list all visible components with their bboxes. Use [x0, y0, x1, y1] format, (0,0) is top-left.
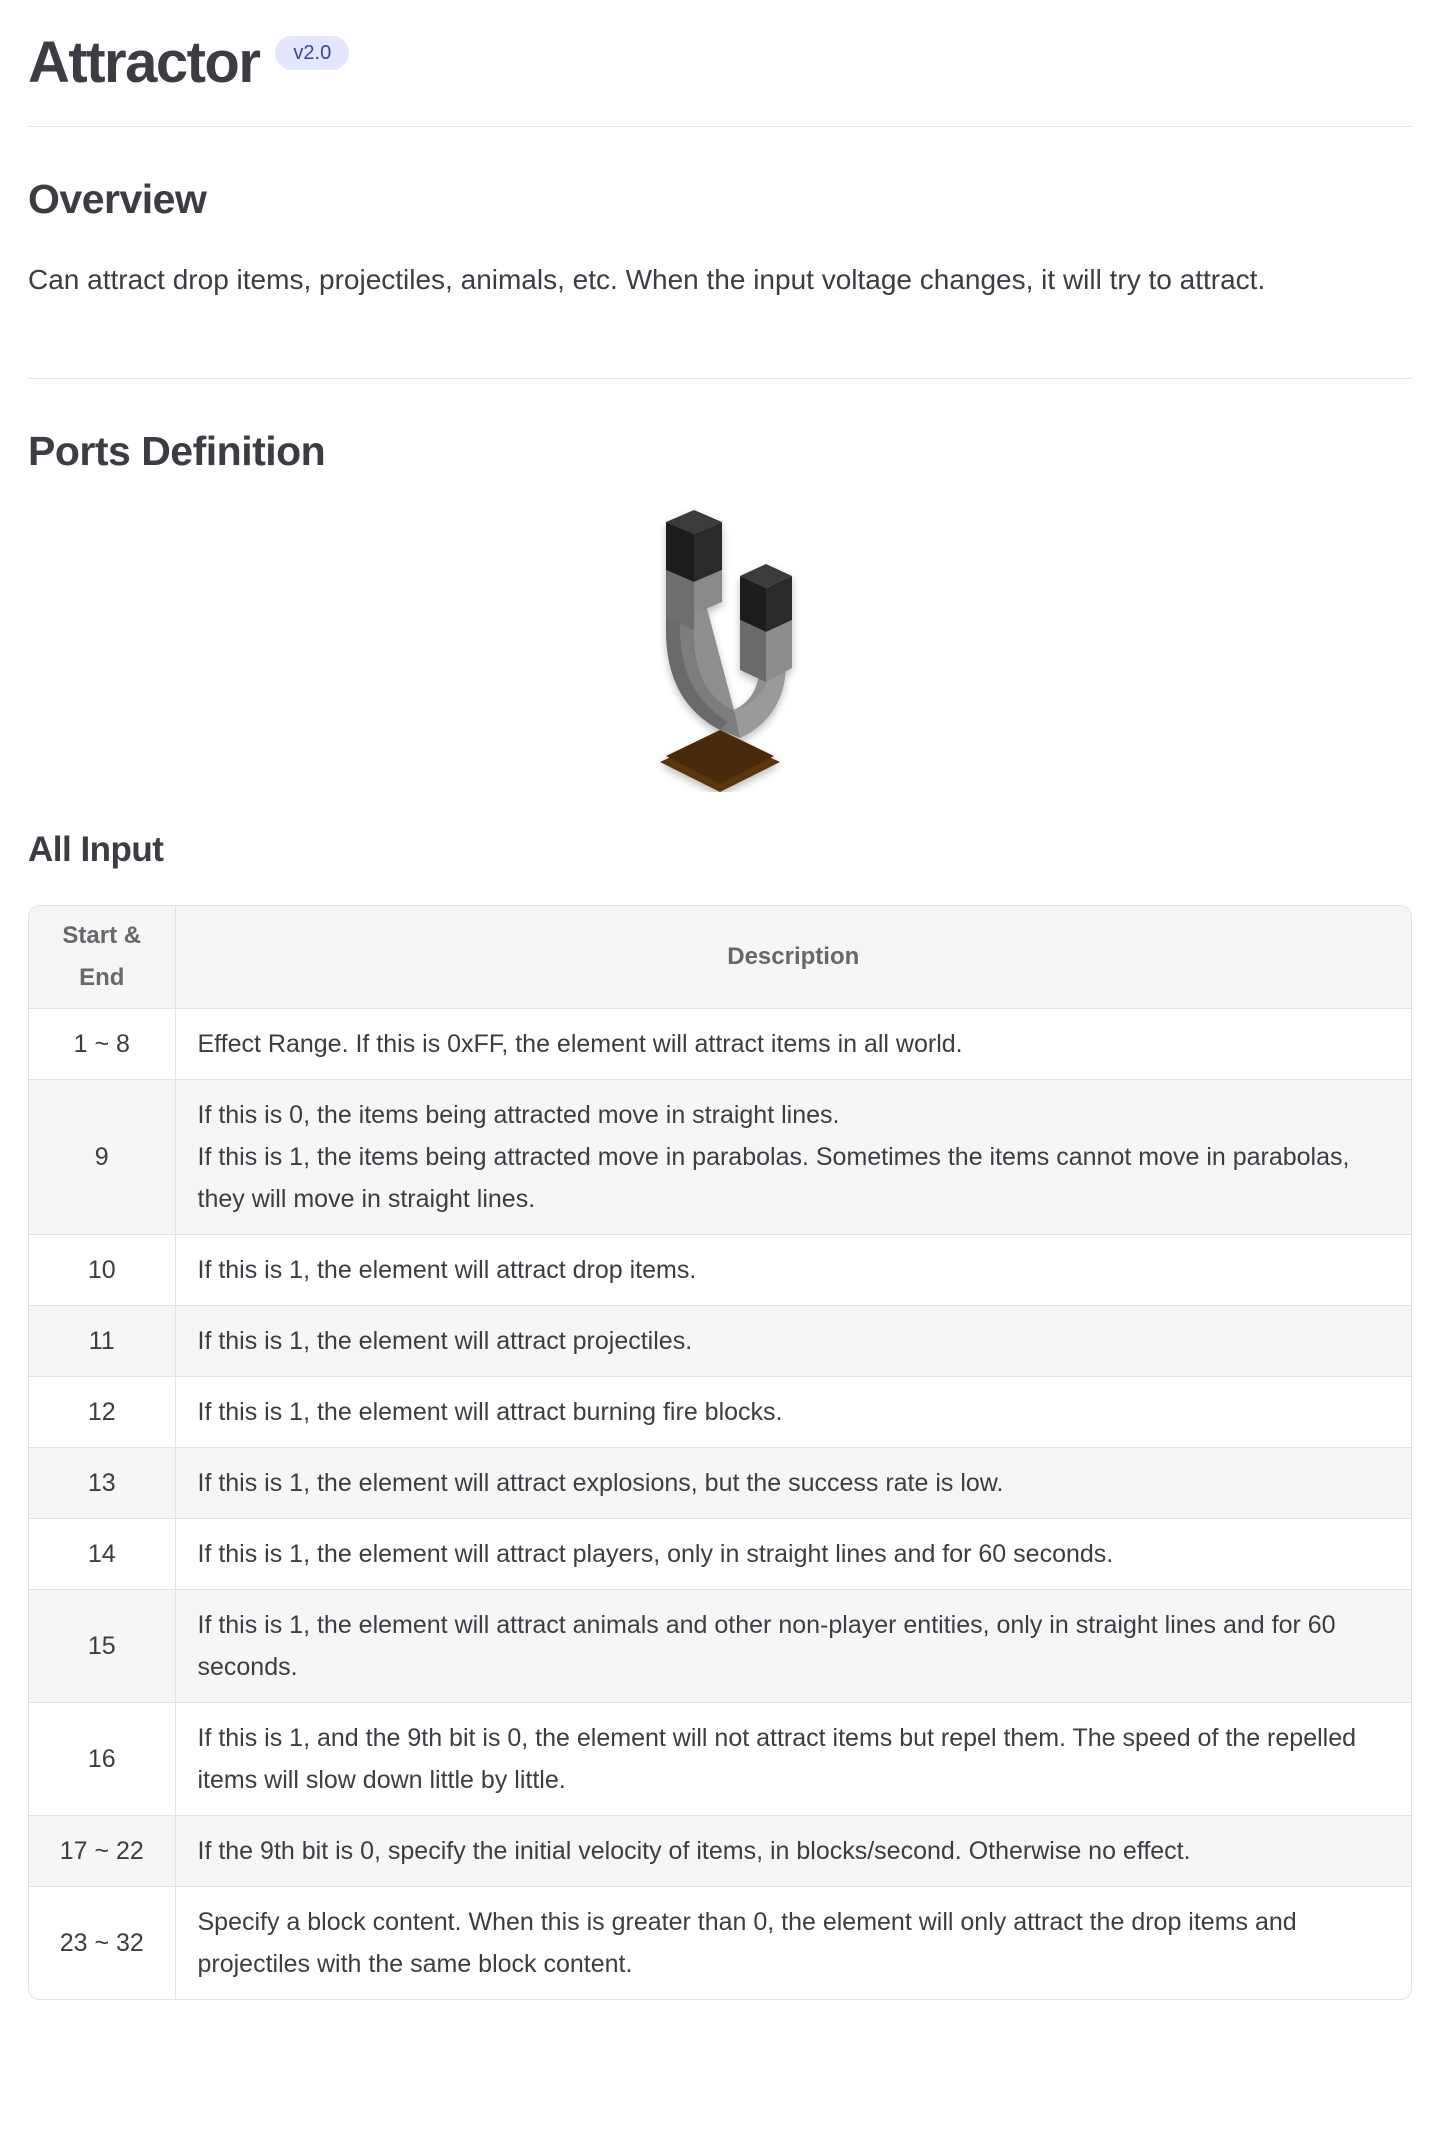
magnet-block-icon: [660, 510, 792, 793]
ports-section: Ports Definition All Input Start & End D…: [28, 379, 1412, 2001]
description-cell: If this is 1, the element will attract d…: [174, 1234, 1411, 1307]
description-cell: If this is 1, the element will attract e…: [174, 1447, 1411, 1520]
title-row: Attractor v2.0: [28, 0, 1412, 126]
table-row: 12 If this is 1, the element will attract…: [29, 1376, 1411, 1449]
input-table-container: Start & End Description 1 ~ 8 Effect Rang…: [28, 905, 1412, 2001]
attractor-figure: [28, 502, 1412, 793]
table-header-row: Start & End Description: [29, 906, 1411, 1010]
description-line: If this is 1, the element will attract p…: [197, 1327, 693, 1356]
description-line: If this is 1, the items being attracted …: [197, 1143, 1350, 1214]
description-line: If this is 1, the element will attract d…: [197, 1256, 697, 1285]
table-row: 13 If this is 1, the element will attract…: [29, 1447, 1411, 1520]
bit-range-cell: 15: [29, 1589, 176, 1704]
version-badge: v2.0: [275, 36, 350, 70]
description-line: If this is 0, the items being attracted …: [197, 1101, 840, 1130]
column-header-start-end: Start & End: [29, 906, 176, 1010]
bit-range-cell: 12: [29, 1376, 176, 1449]
bit-range-cell: 11: [29, 1305, 176, 1378]
description-cell: If this is 1, the element will attract p…: [174, 1518, 1411, 1591]
bit-range-cell: 14: [29, 1518, 176, 1591]
table-row: 17 ~ 22 If the 9th bit is 0, specify the …: [29, 1815, 1411, 1888]
description-line: If this is 1, the element will attract b…: [197, 1398, 783, 1427]
description-line: If this is 1, the element will attract p…: [197, 1540, 1114, 1569]
ports-heading: Ports Definition: [28, 428, 326, 475]
table-row: 1 ~ 8 Effect Range. If this is 0xFF, the …: [29, 1008, 1411, 1081]
description-cell: If this is 1, the element will attract a…: [174, 1589, 1411, 1704]
description-cell: If this is 1, and the 9th bit is 0, the …: [174, 1702, 1411, 1817]
description-line: If this is 1, the element will attract a…: [197, 1611, 1336, 1682]
description-line: If the 9th bit is 0, specify the initial…: [197, 1837, 1191, 1866]
table-row: 10 If this is 1, the element will attract…: [29, 1234, 1411, 1307]
table-row: 15 If this is 1, the element will attract…: [29, 1589, 1411, 1704]
all-input-heading: All Input: [28, 830, 164, 870]
bit-range-cell: 17 ~ 22: [29, 1815, 176, 1888]
description-cell: If this is 1, the element will attract p…: [174, 1305, 1411, 1378]
description-cell: If this is 0, the items being attracted …: [174, 1079, 1411, 1236]
column-header-description: Description: [174, 906, 1411, 1010]
description-cell: Effect Range. If this is 0xFF, the eleme…: [174, 1008, 1411, 1081]
description-line: Specify a block content. When this is gr…: [197, 1908, 1297, 1979]
overview-text: Can attract drop items, projectiles, ani…: [28, 264, 1266, 295]
bit-range-cell: 16: [29, 1702, 176, 1817]
bit-range-cell: 23 ~ 32: [29, 1886, 176, 2000]
bit-range-cell: 13: [29, 1447, 176, 1520]
overview-heading: Overview: [28, 176, 207, 222]
table-row: 11 If this is 1, the element will attract…: [29, 1305, 1411, 1378]
bit-range-cell: 1 ~ 8: [29, 1008, 176, 1081]
description-line: If this is 1, the element will attract e…: [197, 1469, 1004, 1498]
table-row: 23 ~ 32 Specify a block content. When thi…: [29, 1886, 1411, 2000]
input-table: Start & End Description 1 ~ 8 Effect Rang…: [29, 906, 1411, 2000]
description-cell: If the 9th bit is 0, specify the initial…: [174, 1815, 1411, 1888]
bit-range-cell: 10: [29, 1234, 176, 1307]
page-title: Attractor: [28, 30, 261, 95]
table-row: 14 If this is 1, the element will attract…: [29, 1518, 1411, 1591]
doc-page: Attractor v2.0 Overview Can attract drop…: [0, 0, 1440, 2001]
description-line: Effect Range. If this is 0xFF, the eleme…: [197, 1030, 963, 1059]
table-row: 16 If this is 1, and the 9th bit is 0, th…: [29, 1702, 1411, 1817]
bit-range-cell: 9: [29, 1079, 176, 1236]
description-line: If this is 1, and the 9th bit is 0, the …: [197, 1724, 1357, 1795]
description-cell: If this is 1, the element will attract b…: [174, 1376, 1411, 1449]
table-row: 9 If this is 0, the items being attracted…: [29, 1079, 1411, 1236]
overview-section: Overview Can attract drop items, project…: [28, 127, 1412, 298]
description-cell: Specify a block content. When this is gr…: [174, 1886, 1411, 2000]
